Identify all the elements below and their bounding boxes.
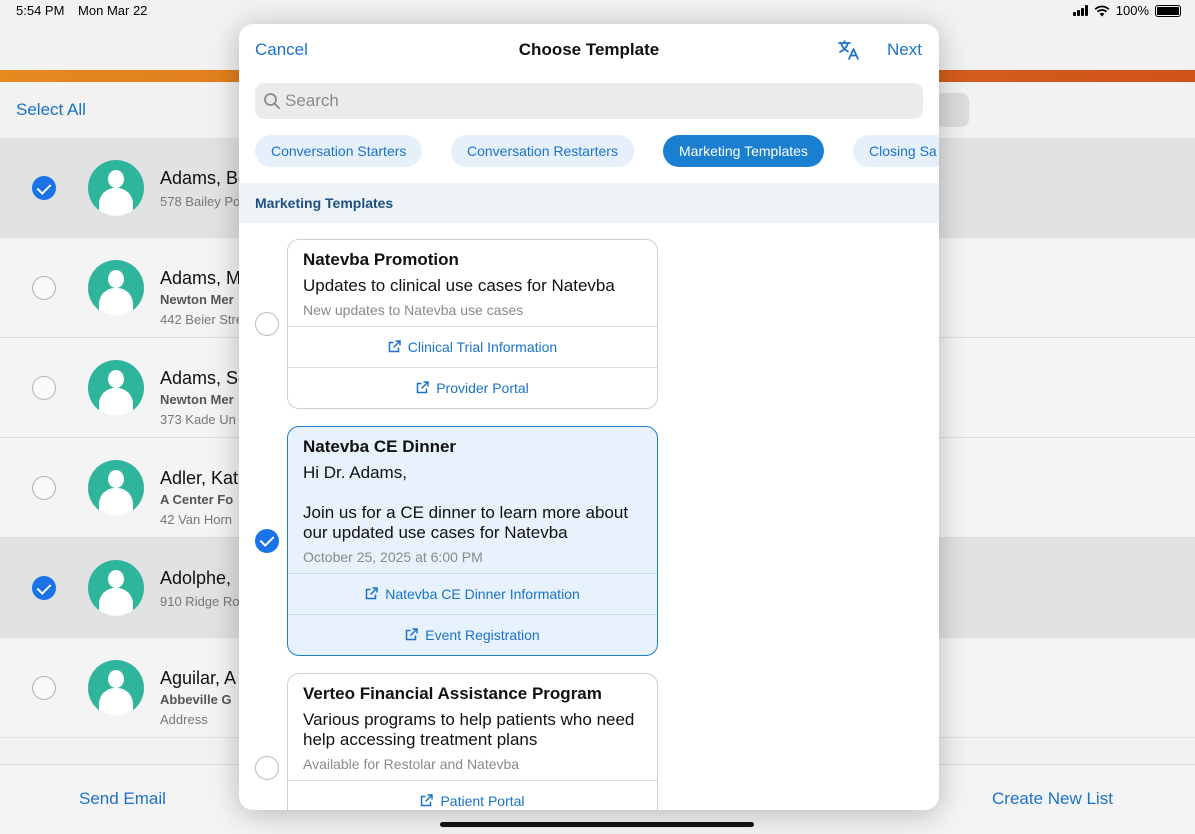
external-link-icon xyxy=(406,628,419,641)
row-checkbox[interactable] xyxy=(32,176,56,200)
next-button[interactable]: Next xyxy=(887,40,922,60)
row-checkbox[interactable] xyxy=(32,576,56,600)
contact-name: Aguilar, A xyxy=(160,668,237,688)
contact-organization: Abbeville G xyxy=(160,692,232,707)
template-title: Verteo Financial Assistance Program xyxy=(303,684,602,703)
contact-address: 373 Kade Un xyxy=(160,412,236,427)
choose-template-modal: Cancel Choose Template Next Conversation… xyxy=(239,24,939,810)
modal-title: Choose Template xyxy=(518,40,660,59)
template-link[interactable]: Natevba CE Dinner Information xyxy=(288,573,657,614)
doctor-avatar-icon xyxy=(88,160,144,216)
search-input[interactable] xyxy=(285,83,905,119)
link-label: Natevba CE Dinner Information xyxy=(385,586,580,602)
contact-address: 578 Bailey Po xyxy=(160,194,241,209)
battery-icon xyxy=(1155,4,1181,17)
contact-address: 910 Ridge Ro xyxy=(160,594,240,609)
search-field[interactable] xyxy=(255,83,923,119)
external-link-icon xyxy=(416,381,429,394)
home-indicator[interactable] xyxy=(440,822,754,827)
template-list: Natevba Promotion Updates to clinical us… xyxy=(239,223,939,810)
contact-name: Adams, Be xyxy=(160,168,249,188)
link-label: Patient Portal xyxy=(440,793,525,809)
contact-organization: Newton Mer xyxy=(160,392,234,407)
background-search-field[interactable] xyxy=(935,93,969,127)
contact-address: 442 Beier Stre xyxy=(160,312,244,327)
select-all-button[interactable]: Select All xyxy=(16,100,86,120)
row-checkbox[interactable] xyxy=(32,276,56,300)
create-new-list-button[interactable]: Create New List xyxy=(992,789,1113,809)
contact-organization: Newton Mer xyxy=(160,292,234,307)
send-email-button[interactable]: Send Email xyxy=(79,789,166,809)
doctor-avatar-icon xyxy=(88,660,144,716)
link-label: Provider Portal xyxy=(436,380,529,396)
row-checkbox[interactable] xyxy=(32,376,56,400)
contact-organization: A Center Fo xyxy=(160,492,234,507)
template-body: Various programs to help patients who ne… xyxy=(303,710,635,749)
template-note: Available for Restolar and Natevba xyxy=(303,756,520,772)
template-note: October 25, 2025 at 6:00 PM xyxy=(303,549,483,565)
wifi-icon xyxy=(1094,5,1110,16)
status-bar: 5:54 PM Mon Mar 22 100% xyxy=(0,0,1195,22)
link-label: Event Registration xyxy=(425,627,540,643)
link-label: Clinical Trial Information xyxy=(407,339,558,355)
chip-conversation-starters[interactable]: Conversation Starters xyxy=(255,135,423,167)
template-radio[interactable] xyxy=(255,529,279,553)
template-body: Updates to clinical use cases for Natevb… xyxy=(303,276,615,295)
template-note: New updates to Natevba use cases xyxy=(303,302,524,318)
battery-percent: 100% xyxy=(1115,3,1149,18)
contact-name: Adams, M xyxy=(160,268,242,288)
template-body: Hi Dr. Adams, Join us for a CE dinner to… xyxy=(303,463,629,542)
external-link-icon xyxy=(421,794,434,807)
section-title: Marketing Templates xyxy=(255,195,394,211)
template-title: Natevba CE Dinner xyxy=(303,437,457,456)
template-radio[interactable] xyxy=(255,312,279,336)
chip-conversation-restarters[interactable]: Conversation Restarters xyxy=(451,135,634,167)
external-link-icon xyxy=(365,587,378,600)
chip-marketing-templates[interactable]: Marketing Templates xyxy=(663,135,824,167)
contact-name: Adler, Kat xyxy=(160,468,239,488)
template-link[interactable]: Provider Portal xyxy=(288,367,657,408)
contact-name: Adolphe, xyxy=(160,568,232,588)
contact-address: 42 Van Horn xyxy=(160,512,233,527)
template-card[interactable]: Verteo Financial Assistance Program Vari… xyxy=(287,673,658,810)
template-title: Natevba Promotion xyxy=(303,250,459,269)
doctor-avatar-icon xyxy=(88,360,144,416)
contact-address: Address xyxy=(160,712,208,727)
template-link[interactable]: Event Registration xyxy=(288,614,657,655)
search-icon xyxy=(264,93,280,109)
status-date: Mon Mar 22 xyxy=(78,3,148,18)
row-checkbox[interactable] xyxy=(32,476,56,500)
cellular-signal-icon xyxy=(1072,5,1088,16)
doctor-avatar-icon xyxy=(88,260,144,316)
external-link-icon xyxy=(388,340,401,353)
doctor-avatar-icon xyxy=(88,560,144,616)
template-card[interactable]: Natevba Promotion Updates to clinical us… xyxy=(287,239,658,409)
chip-closing-sales[interactable]: Closing Sa xyxy=(853,135,939,167)
row-checkbox[interactable] xyxy=(32,676,56,700)
doctor-avatar-icon xyxy=(88,460,144,516)
template-link[interactable]: Clinical Trial Information xyxy=(288,326,657,367)
section-header: Marketing Templates xyxy=(239,183,939,223)
template-radio[interactable] xyxy=(255,756,279,780)
contact-name: Adams, Se xyxy=(160,368,249,388)
translate-icon[interactable] xyxy=(837,38,861,62)
modal-header: Cancel Choose Template Next xyxy=(239,24,939,76)
template-link[interactable]: Patient Portal xyxy=(288,780,657,810)
template-card[interactable]: Natevba CE Dinner Hi Dr. Adams, Join us … xyxy=(287,426,658,656)
status-time: 5:54 PM xyxy=(16,3,65,18)
